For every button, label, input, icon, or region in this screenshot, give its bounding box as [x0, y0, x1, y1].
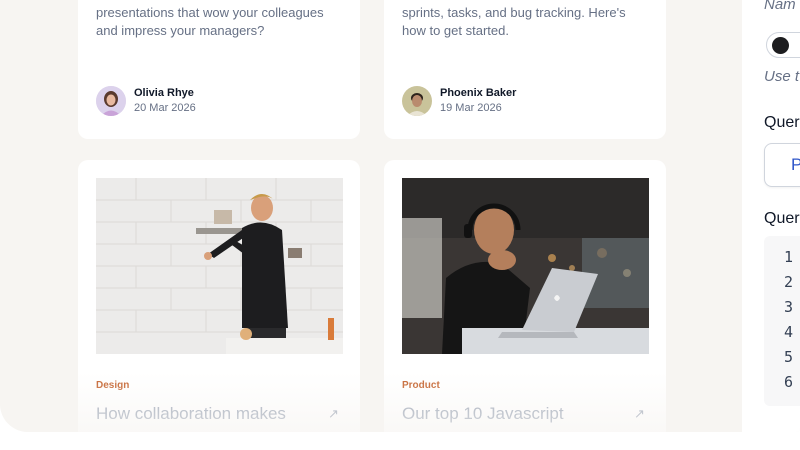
query-label: Quer: [764, 114, 800, 131]
card-image[interactable]: [402, 178, 649, 354]
post-title[interactable]: Our top 10 Javascript: [402, 404, 564, 424]
query-input[interactable]: P: [764, 143, 800, 187]
blog-card[interactable]: Design How collaboration makes ↗: [78, 160, 360, 432]
line-number: 1: [784, 248, 794, 266]
hint-text: Use t: [764, 68, 800, 85]
author-name: Olivia Rhye: [134, 87, 194, 99]
arrow-up-right-icon[interactable]: ↗: [634, 406, 645, 422]
card-image[interactable]: [96, 178, 343, 354]
blog-card[interactable]: presentations that wow your colleagues a…: [78, 0, 360, 139]
toggle-switch[interactable]: [766, 32, 800, 58]
card-excerpt: presentations that wow your colleagues a…: [96, 5, 324, 38]
query-label: Quer: [764, 210, 800, 227]
line-number: 3: [784, 298, 794, 316]
blog-card[interactable]: sprints, tasks, and bug tracking. Here's…: [384, 0, 666, 139]
category-label: Product: [402, 380, 440, 391]
line-number: 5: [784, 348, 794, 366]
avatar: [402, 86, 432, 116]
line-number: 4: [784, 323, 794, 341]
line-number: 6: [784, 373, 794, 391]
query-input-value: P: [791, 155, 800, 174]
avatar: [96, 86, 126, 116]
category-label: Design: [96, 380, 130, 391]
author-name: Phoenix Baker: [440, 87, 517, 99]
toggle-knob: [772, 37, 789, 54]
name-label: Nam: [764, 0, 796, 13]
blog-card[interactable]: Product Our top 10 Javascript ↗: [384, 160, 666, 432]
post-date: 20 Mar 2026: [134, 102, 196, 114]
blog-canvas: presentations that wow your colleagues a…: [0, 0, 800, 432]
post-date: 19 Mar 2026: [440, 102, 502, 114]
query-code-editor[interactable]: 1 2 3 4 5 6: [764, 236, 800, 406]
line-number: 2: [784, 273, 794, 291]
side-panel: Nam Use t Quer P Quer 1 2 3 4 5 6: [742, 0, 800, 432]
post-title[interactable]: How collaboration makes: [96, 404, 286, 424]
arrow-up-right-icon[interactable]: ↗: [328, 406, 339, 422]
card-excerpt: sprints, tasks, and bug tracking. Here's…: [402, 5, 626, 38]
